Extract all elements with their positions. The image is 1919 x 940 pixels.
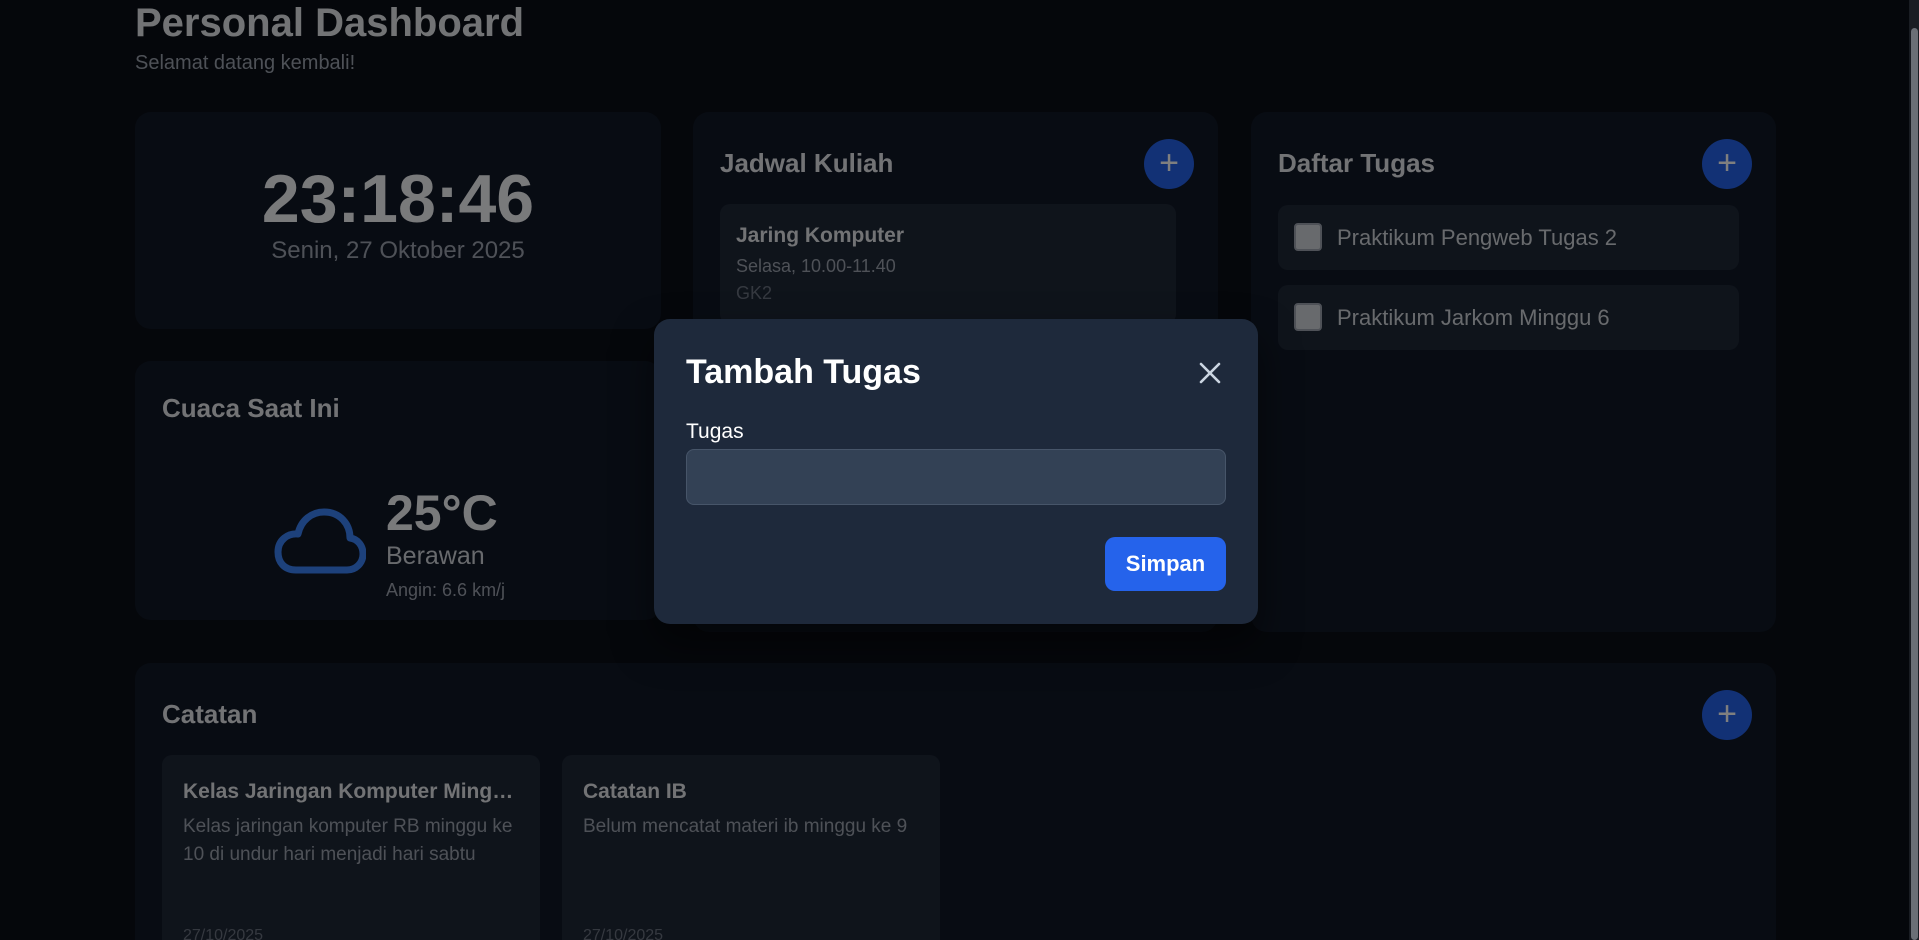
task-field-label: Tugas	[686, 420, 744, 443]
add-task-modal: Tambah Tugas Tugas Simpan	[654, 319, 1258, 624]
modal-title: Tambah Tugas	[686, 353, 921, 391]
task-input[interactable]	[686, 449, 1226, 505]
dashboard-page: Personal Dashboard Selamat datang kembal…	[0, 0, 1919, 940]
save-button[interactable]: Simpan	[1105, 537, 1226, 591]
close-icon[interactable]	[1194, 357, 1226, 389]
scrollbar-thumb[interactable]	[1911, 28, 1918, 940]
